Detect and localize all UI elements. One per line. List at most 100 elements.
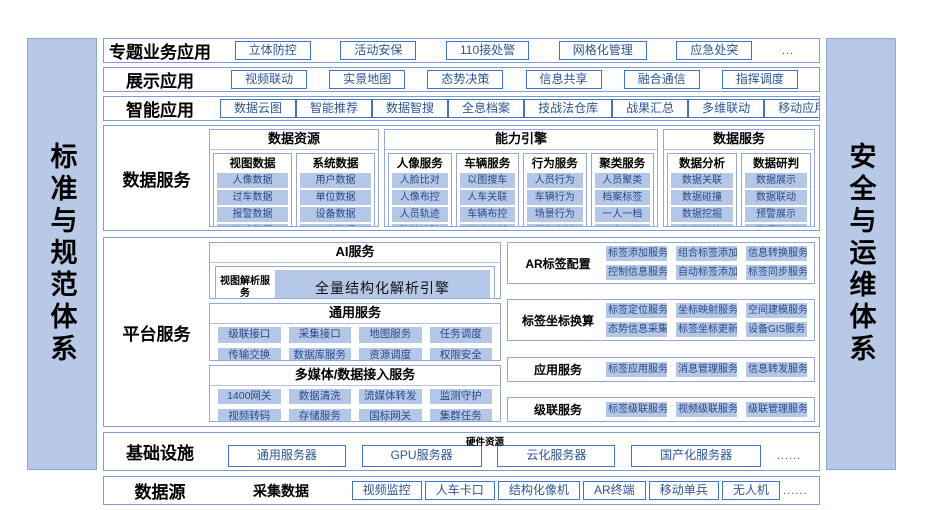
layer-label-intelligent-apps: 智能应用 [104, 97, 216, 120]
side-group-chip-grid: 标签添加服务组合标签添加信息转换服务控制信息服务自动标签添加标签同步服务 [606, 246, 807, 280]
diagram-chip: 指挥调度 [722, 70, 798, 90]
diagram-chip: 设备GIS服务 [746, 322, 807, 337]
diagram-chip: 结构化像机 [498, 481, 580, 501]
diagram-chip: 数据推理 [745, 224, 807, 227]
diagram-chip: 国标网关 [359, 409, 422, 422]
diagram-chip: 消息管理服务 [676, 362, 737, 377]
layer-data-service: 数据服务 数据资源 视图数据人像数据过车数据报警数据轨迹数据......系统数据… [103, 125, 820, 231]
diagram-chip: 1400网关 [218, 389, 281, 405]
diagram-chip: 技战法仓库 [524, 99, 612, 119]
group-title: 能力引擎 [385, 130, 657, 150]
group-title: 通用服务 [210, 304, 500, 324]
diagram-chip: 数据库服务 [289, 348, 352, 361]
service-column: 数据研判数据展示数据联动预警展示数据推理...... [741, 153, 811, 227]
diagram-chip: 多维联动 [688, 99, 764, 119]
hardware-resource-note: 硬件资源 [466, 434, 504, 448]
diagram-chip: 以图搜车 [460, 173, 516, 188]
diagram-chip: 组合标签添加 [676, 246, 737, 261]
diagram-chip: 移动应用 [764, 99, 820, 119]
layer-intelligent-apps: 智能应用 数据云图智能推荐数据智搜全息档案技战法仓库战果汇总多维联动移动应用 [103, 96, 820, 121]
diagram-chip: 人车关联 [460, 190, 516, 205]
layer-label-datasource: 数据源 [104, 477, 216, 504]
column-title: 数据分析 [679, 155, 725, 171]
ai-side-label: 视图解析服务 [220, 276, 270, 299]
diagram-chip: 流媒体转发 [359, 389, 422, 405]
capability-engine-columns: 人像服务人脸比对人像布控人员轨迹跨镜追踪......车辆服务以图搜车人车关联车辆… [385, 150, 657, 227]
collected-data-label: 采集数据 [216, 477, 346, 504]
service-column: 人像服务人脸比对人像布控人员轨迹跨镜追踪...... [388, 153, 452, 227]
side-group-chip-grid: 标签应用服务消息管理服务信息转发服务 [606, 362, 807, 377]
diagram-chip: 视频联动 [231, 70, 307, 90]
group-general-service: 通用服务 级联接口采集接口地图服务任务调度传输交换数据库服务资源调度权限安全 [209, 303, 501, 360]
group-capability-engine: 能力引擎 人像服务人脸比对人像布控人员轨迹跨镜追踪......车辆服务以图搜车人… [384, 129, 658, 227]
right-pillar-label: 安全与运维体系 [842, 142, 881, 366]
layer-label-data-service: 数据服务 [104, 126, 209, 230]
side-group-label: 级联服务 [515, 401, 601, 418]
diagram-chip: 级联管理服务 [746, 402, 807, 417]
platform-groups: AI服务 视图解析服务 全量结构化解析引擎 通用服务 级联接口采集接口地图服务任… [209, 238, 819, 426]
service-column: 聚类服务人员聚类档案标签一人一档一车一档...... [591, 153, 655, 227]
special-apps-chip-list: 立体防控活动安保110接处警网格化管理应急处突... [216, 39, 819, 62]
diagram-chip: 数据联动 [745, 190, 807, 205]
diagram-chip: 网格化管理 [559, 41, 647, 61]
group-media-access-service: 多媒体/数据接入服务 1400网关数据清洗流媒体转发监测守护视频转码存储服务国标… [209, 365, 501, 422]
group-title: 数据服务 [664, 130, 814, 150]
diagram-chip: 人员聚类 [595, 173, 651, 188]
platform-left-column: AI服务 视图解析服务 全量结构化解析引擎 通用服务 级联接口采集接口地图服务任… [209, 242, 501, 422]
layer-datasource: 数据源 采集数据 视频监控人车卡口结构化像机AR终端移动单兵无人机...... [103, 476, 820, 505]
diagram-chip: 无人机 [722, 481, 780, 501]
diagram-chip: 传输交换 [218, 348, 281, 361]
diagram-chip: 预警展示 [745, 207, 807, 222]
diagram-chip: 人脸比对 [392, 173, 448, 188]
service-column: 车辆服务以图搜车人车关联车辆布控轨迹分析...... [456, 153, 520, 227]
diagram-chip: 监测守护 [430, 389, 493, 405]
diagram-chip: 存储服务 [289, 409, 352, 422]
layer-infrastructure: 基础设施 硬件资源 通用服务器GPU服务器云化服务器国产化服务器...... [103, 432, 820, 471]
diagram-chip: 档案标签 [595, 190, 651, 205]
column-title: 系统数据 [313, 155, 359, 171]
platform-side-group: 标签坐标换算标签定位服务坐标映射服务空间建模服务态势信息采集标签坐标更新设备GI… [507, 299, 815, 341]
diagram-chip: 人像数据 [217, 173, 288, 188]
diagram-chip: 应急处突 [676, 41, 752, 61]
display-apps-chip-list: 视频联动实景地图态势决策信息共享融合通信指挥调度 [216, 68, 819, 91]
structuring-engine-chip: 全量结构化解析引擎 [275, 270, 490, 299]
diagram-chip: 标签定位服务 [606, 303, 667, 318]
diagram-chip: 标签添加服务 [606, 246, 667, 261]
diagram-chip: 信息转换服务 [746, 246, 807, 261]
ai-engine-box: 视图解析服务 全量结构化解析引擎 [215, 266, 495, 299]
diagram-chip: 数据清洗 [289, 389, 352, 405]
group-ai-service: AI服务 视图解析服务 全量结构化解析引擎 [209, 242, 501, 299]
diagram-chip: 标签应用服务 [606, 362, 667, 377]
column-title: 视图数据 [230, 155, 276, 171]
diagram-chip: 标签同步服务 [746, 265, 807, 280]
diagram-chip: 一人一档 [595, 207, 651, 222]
layer-label-infrastructure: 基础设施 [104, 433, 216, 470]
diagram-chip: 控制信息服务 [606, 265, 667, 280]
data-service-groups: 数据资源 视图数据人像数据过车数据报警数据轨迹数据......系统数据用户数据单… [209, 126, 819, 230]
diagram-chip: 数据展示 [745, 173, 807, 188]
column-title: 车辆服务 [464, 155, 510, 171]
diagram-chip: 集群任务 [430, 409, 493, 422]
service-column: 视图数据人像数据过车数据报警数据轨迹数据...... [213, 153, 292, 227]
diagram-chip: 单位数据 [300, 190, 371, 205]
diagram-chip: 国产化服务器 [631, 445, 761, 467]
platform-side-group: 级联服务标签级联服务视频级联服务级联管理服务 [507, 397, 815, 422]
group-data-service: 数据服务 数据分析数据关联数据碰撞数据挖掘标签计算......数据研判数据展示数… [663, 129, 815, 227]
diagram-chip: 活动安保 [340, 41, 416, 61]
diagram-chip: 标签坐标更新 [676, 322, 737, 337]
intelligent-apps-chip-list: 数据云图智能推荐数据智搜全息档案技战法仓库战果汇总多维联动移动应用 [216, 97, 820, 120]
diagram-chip: 日志数据 [300, 224, 371, 227]
diagram-chip: 云化服务器 [497, 445, 615, 467]
layer-label-special-apps: 专题业务应用 [104, 39, 216, 62]
column-title: 人像服务 [397, 155, 443, 171]
diagram-chip: 战果汇总 [612, 99, 688, 119]
diagram-chip: 轨迹分析 [460, 224, 516, 227]
diagram-chip: AR终端 [583, 481, 646, 501]
layer-label-display-apps: 展示应用 [104, 68, 216, 91]
diagram-chip: 信息转发服务 [746, 362, 807, 377]
diagram-chip: 110接处警 [446, 41, 529, 61]
media-service-chip-grid: 1400网关数据清洗流媒体转发监测守护视频转码存储服务国标网关集群任务 [210, 386, 500, 422]
left-pillar: 标准与规范体系 [27, 38, 97, 470]
diagram-chip: 采集接口 [289, 327, 352, 343]
diagram-chip: 标签计算 [671, 224, 733, 227]
